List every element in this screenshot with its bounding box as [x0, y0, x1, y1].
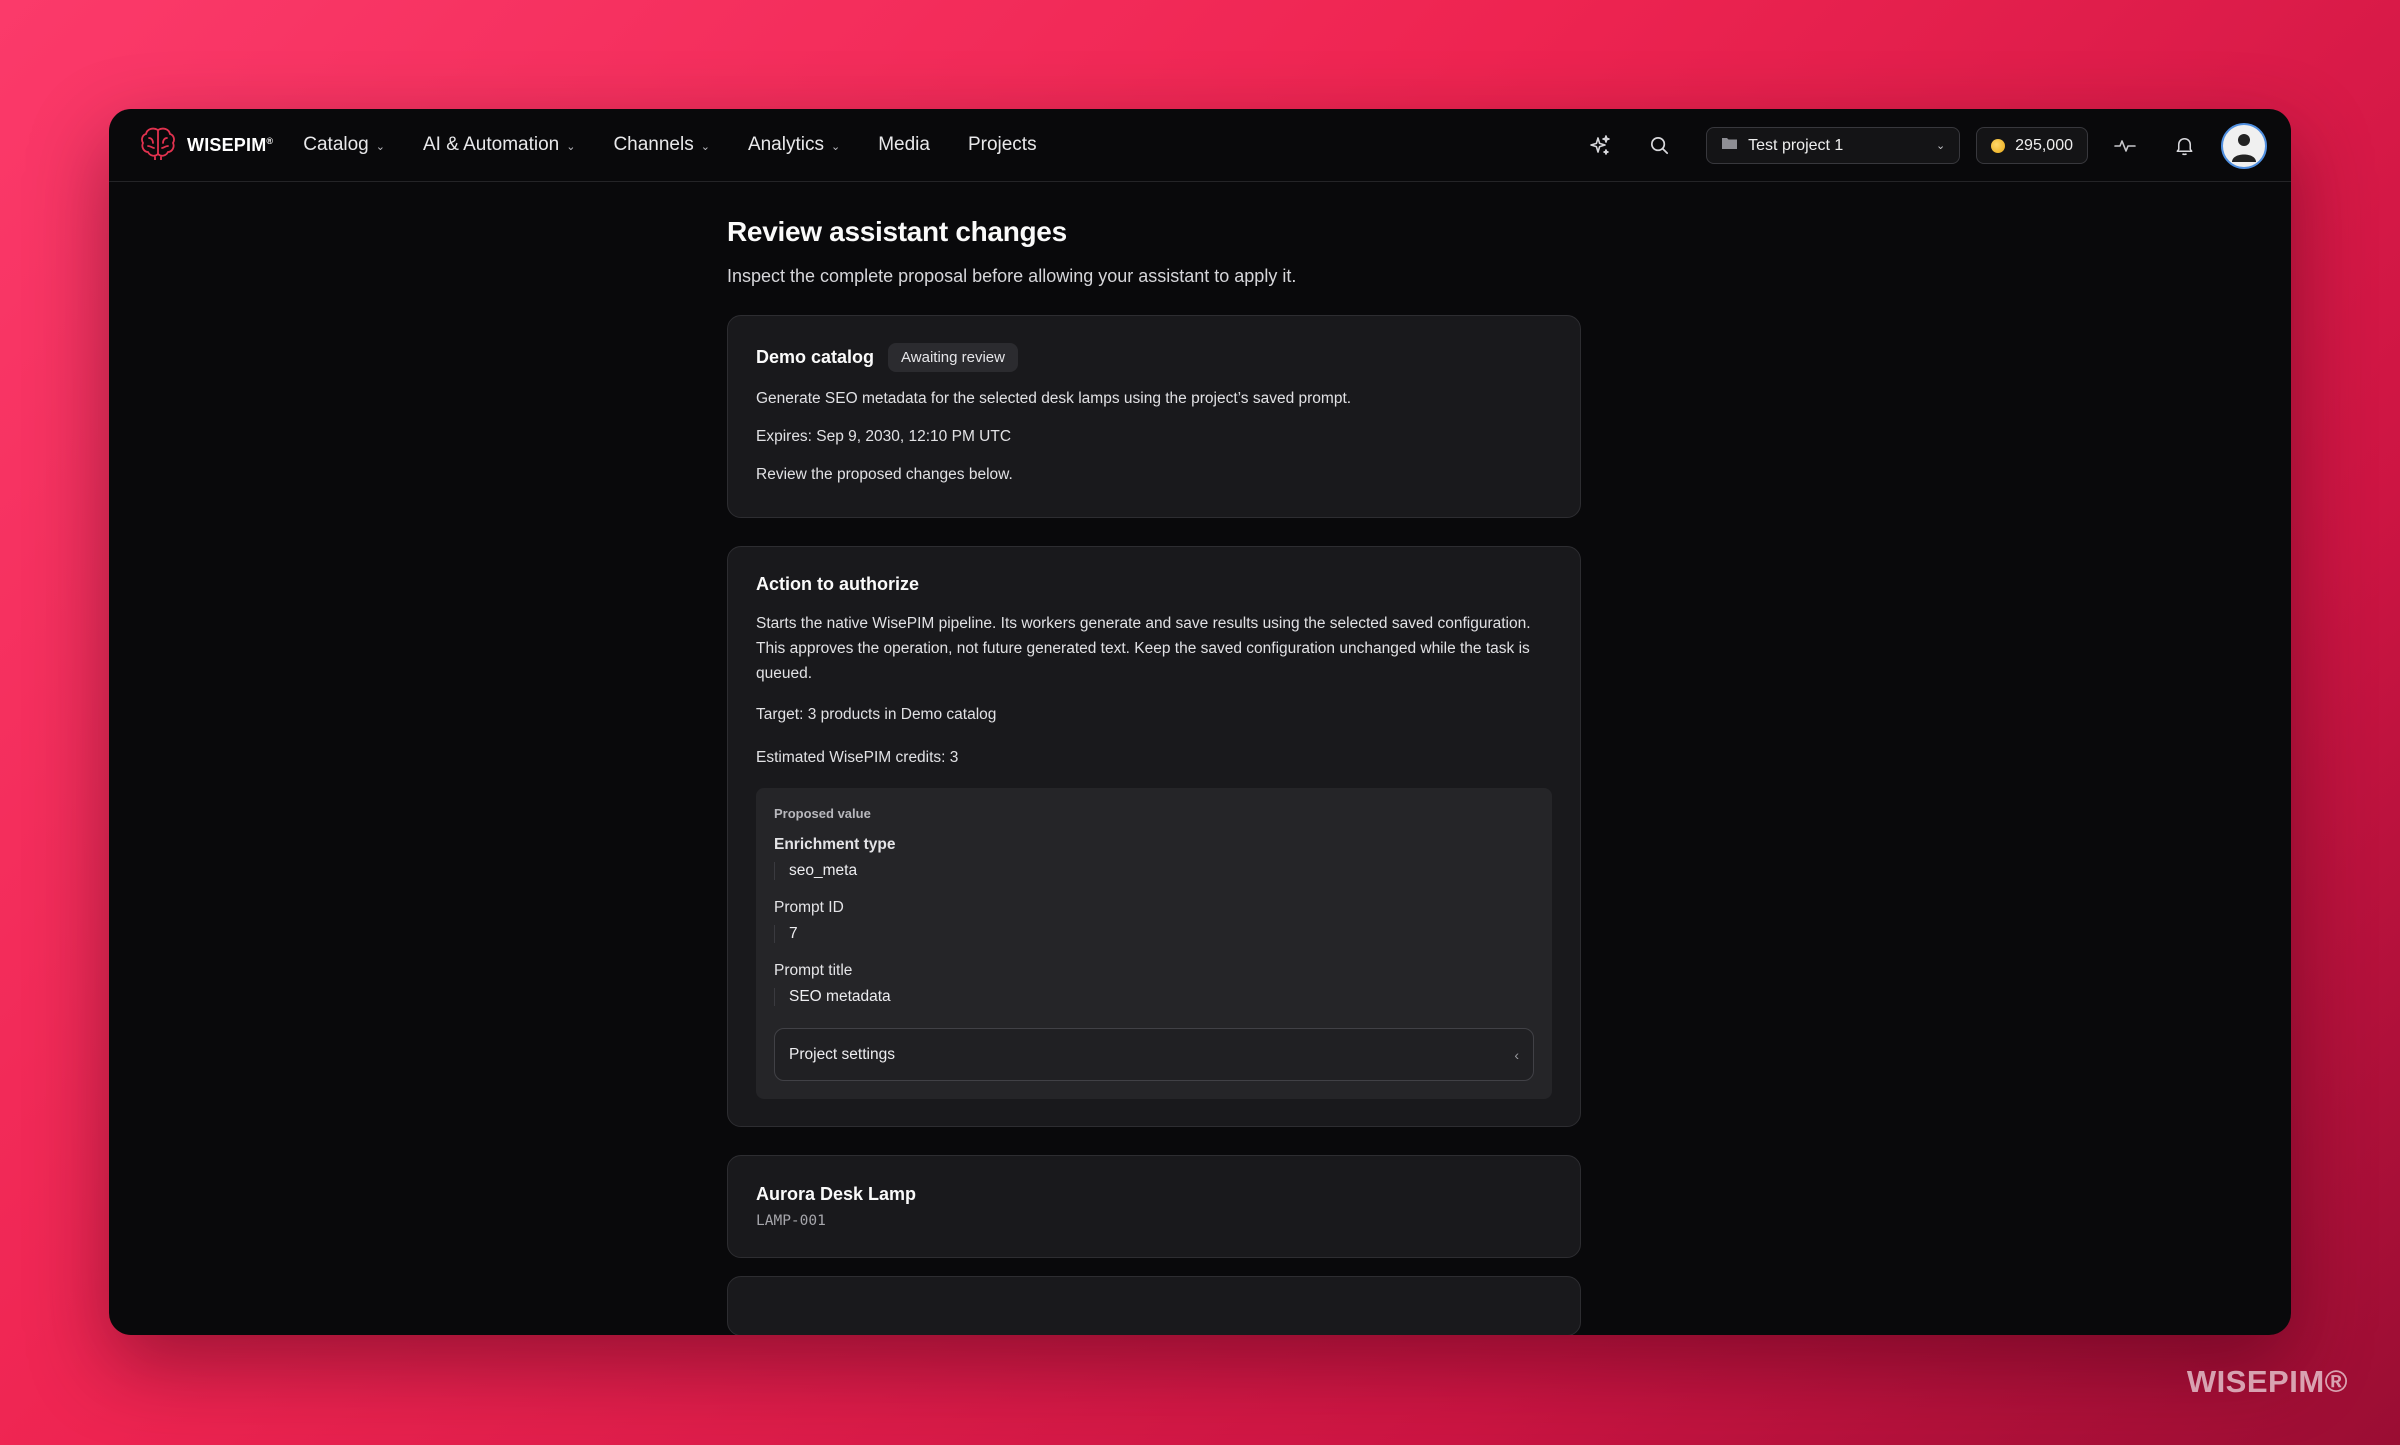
credits-badge[interactable]: 295,000	[1976, 127, 2088, 164]
action-description: Starts the native WisePIM pipeline. Its …	[756, 615, 1531, 682]
chevron-down-icon: ⌄	[375, 140, 385, 153]
chevron-down-icon: ⌄	[566, 140, 576, 153]
nav-media[interactable]: Media	[878, 134, 930, 156]
prompt-title-label: Prompt title	[774, 962, 853, 980]
top-navbar: WISEPIM® Catalog ⌄ AI & Automation ⌄ Cha…	[109, 109, 2291, 182]
brand-mark: ®	[266, 135, 274, 146]
status-badge: Awaiting review	[888, 343, 1018, 372]
action-card: Action to authorize Starts the native Wi…	[727, 546, 1581, 1128]
enrichment-type-label: Enrichment type	[774, 836, 896, 854]
proposed-value-label: Proposed value	[774, 806, 871, 822]
nav-analytics-label: Analytics	[747, 134, 824, 155]
prompt-id-label: Prompt ID	[774, 899, 844, 917]
project-settings-label: Project settings	[789, 1045, 895, 1063]
action-card-title: Action to authorize	[756, 574, 919, 595]
nav-ai-automation[interactable]: AI & Automation ⌄	[423, 134, 575, 156]
watermark: WISEPIM®	[2186, 1364, 2348, 1399]
chevron-left-icon: ‹	[1514, 1046, 1519, 1063]
prompt-title-value: SEO metadata	[774, 988, 1534, 1007]
product-card-partial	[727, 1276, 1581, 1335]
review-note: Review the proposed changes below.	[756, 465, 1013, 483]
prompt-id-value: 7	[774, 925, 1534, 944]
navbar-actions: Test project 1 ⌄ 295,000	[1563, 109, 2267, 182]
action-credits: Estimated WisePIM credits: 3	[756, 748, 959, 766]
proposed-value-panel: Proposed value Enrichment type seo_meta …	[756, 788, 1552, 1100]
nav-projects[interactable]: Projects	[968, 134, 1037, 156]
coin-icon	[1991, 138, 2006, 153]
brain-logo-icon	[139, 126, 177, 165]
nav-analytics[interactable]: Analytics ⌄	[748, 134, 840, 156]
action-target: Target: 3 products in Demo catalog	[756, 705, 997, 723]
product-sku: LAMP-001	[756, 1213, 826, 1230]
enrichment-type-value: seo_meta	[774, 862, 1534, 881]
logo[interactable]: WISEPIM®	[139, 126, 273, 165]
user-avatar[interactable]	[2221, 122, 2267, 169]
app-window: WISEPIM® Catalog ⌄ AI & Automation ⌄ Cha…	[109, 109, 2291, 1335]
product-card: Aurora Desk Lamp LAMP-001	[727, 1155, 1581, 1259]
activity-icon[interactable]	[2103, 124, 2147, 168]
summary-card-header: Demo catalog Awaiting review	[756, 343, 1552, 372]
brand-name: WISEPIM®	[187, 135, 273, 156]
product-name: Aurora Desk Lamp	[756, 1184, 917, 1205]
chevron-down-icon: ⌄	[700, 140, 710, 153]
page-title: Review assistant changes	[727, 216, 1067, 247]
bell-icon[interactable]	[2162, 124, 2206, 168]
expiry-text: Expires: Sep 9, 2030, 12:10 PM UTC	[756, 427, 1012, 445]
nav-channels[interactable]: Channels ⌄	[613, 134, 710, 156]
folder-icon	[1721, 136, 1738, 155]
summary-card: Demo catalog Awaiting review Generate SE…	[727, 315, 1581, 519]
credits-value: 295,000	[2015, 136, 2073, 154]
project-select-label: Test project 1	[1748, 136, 1844, 154]
search-icon[interactable]	[1637, 124, 1681, 168]
sparkles-icon[interactable]	[1578, 124, 1622, 168]
nav-ai-automation-label: AI & Automation	[422, 134, 560, 155]
nav-channels-label: Channels	[613, 134, 694, 155]
chevron-down-icon: ⌄	[830, 140, 841, 153]
main-content: Review assistant changes Inspect the com…	[727, 216, 1581, 1335]
user-icon	[2227, 128, 2261, 167]
project-settings-toggle[interactable]: Project settings ‹	[774, 1028, 1534, 1082]
summary-description: Generate SEO metadata for the selected d…	[756, 390, 1352, 407]
catalog-name: Demo catalog	[756, 347, 875, 367]
brand-name-text: WISEPIM	[187, 134, 267, 155]
nav-catalog-label: Catalog	[303, 134, 369, 155]
nav-media-label: Media	[878, 134, 930, 155]
project-select[interactable]: Test project 1 ⌄	[1706, 127, 1961, 164]
nav-catalog[interactable]: Catalog ⌄	[303, 134, 385, 156]
nav-projects-label: Projects	[967, 134, 1037, 155]
page-subtitle: Inspect the complete proposal before all…	[727, 266, 1297, 286]
chevron-down-icon: ⌄	[1935, 140, 1946, 152]
